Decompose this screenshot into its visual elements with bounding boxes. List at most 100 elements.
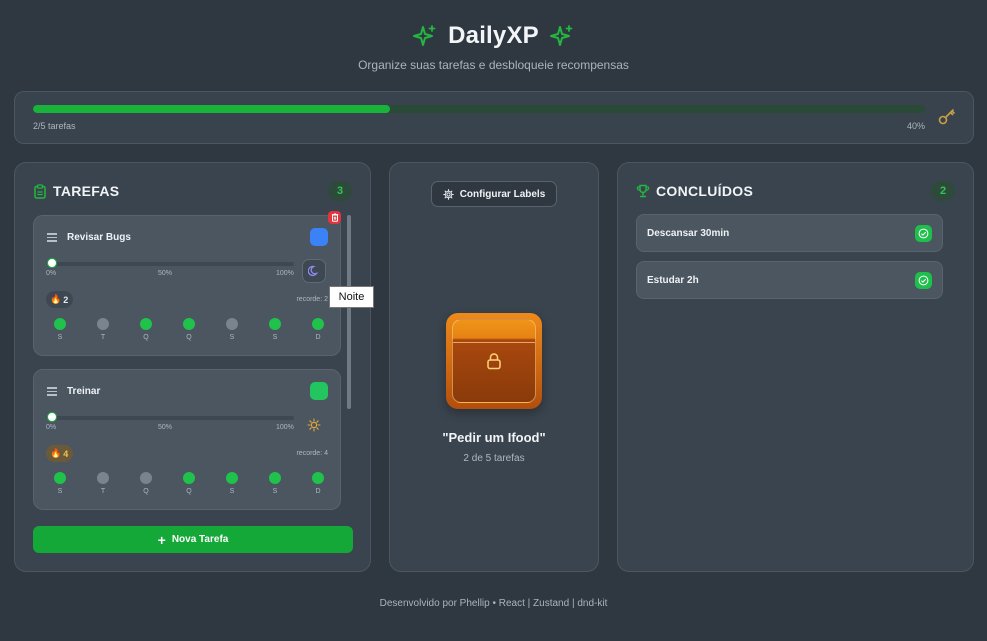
slider-tick: 100%	[276, 270, 294, 277]
reward-chest[interactable]	[446, 313, 542, 409]
day-dot[interactable]	[269, 472, 281, 484]
delete-task-button[interactable]	[328, 211, 341, 224]
slider-tick: 0%	[46, 270, 57, 277]
configure-labels-button[interactable]: Configurar Labels	[431, 181, 557, 207]
completed-count-badge: 2	[931, 181, 955, 201]
tasks-count-badge: 3	[328, 181, 352, 201]
tooltip: Noite	[329, 286, 374, 308]
streak-badge: 🔥 2	[46, 291, 74, 308]
overall-progress-bar	[33, 105, 925, 113]
trash-icon	[331, 213, 338, 222]
reward-column: Configurar Labels "Pedir um Ifood" 2 de …	[389, 162, 599, 572]
time-of-day-toggle[interactable]	[306, 417, 322, 433]
day-label: Q	[186, 334, 192, 341]
day-label: S	[57, 334, 63, 341]
record-label: recorde: 2	[296, 296, 328, 303]
completed-column: CONCLUÍDOS 2 Descansar 30min Estudar 2h	[617, 162, 974, 572]
day-dot[interactable]	[183, 472, 195, 484]
app-header: DailyXP Organize suas tarefas e desbloqu…	[0, 18, 987, 72]
day-dot[interactable]	[140, 472, 152, 484]
fire-icon: 🔥	[50, 448, 62, 458]
configure-labels-label: Configurar Labels	[459, 188, 546, 200]
lock-icon	[487, 353, 501, 370]
completed-item[interactable]: Estudar 2h	[636, 261, 943, 299]
streak-badge: 🔥 4	[46, 445, 74, 462]
day-label: S	[272, 334, 278, 341]
task-card[interactable]: Treinar 0% 50% 100% 🔥 4 recorde: 4 S T Q…	[33, 369, 341, 510]
completed-title: CONCLUÍDOS	[656, 183, 754, 199]
day-label: S	[229, 488, 235, 495]
task-progress-slider[interactable]	[52, 262, 294, 266]
check-icon[interactable]	[915, 272, 932, 289]
overall-progress-fill	[33, 105, 390, 113]
tasks-column: TAREFAS 3 Revisar Bugs 0% 50% 100% 🔥 2 r…	[14, 162, 371, 572]
moon-icon	[308, 265, 319, 277]
day-dot[interactable]	[312, 318, 324, 330]
slider-tick: 0%	[46, 424, 57, 431]
day-label: S	[272, 488, 278, 495]
drag-handle-icon[interactable]	[47, 233, 57, 242]
day-dot[interactable]	[97, 318, 109, 330]
day-label: Q	[143, 334, 149, 341]
task-color-swatch[interactable]	[310, 382, 328, 400]
overall-progress-card: 2/5 tarefas 40%	[14, 91, 974, 144]
slider-tick: 100%	[276, 424, 294, 431]
key-icon	[938, 109, 955, 125]
sun-icon	[307, 418, 321, 432]
day-label: T	[100, 334, 106, 341]
completed-item[interactable]: Descansar 30min	[636, 214, 943, 252]
chest-lid-line	[453, 342, 535, 343]
task-color-swatch[interactable]	[310, 228, 328, 246]
slider-tick: 50%	[158, 270, 173, 277]
task-name: Treinar	[67, 386, 101, 397]
day-dot[interactable]	[226, 318, 238, 330]
title-row: DailyXP	[0, 18, 987, 54]
weekday-tracker: S T Q Q S S D	[44, 318, 334, 341]
drag-handle-icon[interactable]	[47, 387, 57, 396]
day-label: Q	[143, 488, 149, 495]
task-card[interactable]: Revisar Bugs 0% 50% 100% 🔥 2 recorde: 2 …	[33, 215, 341, 356]
day-dot[interactable]	[97, 472, 109, 484]
slider-handle[interactable]	[47, 258, 57, 268]
day-dot[interactable]	[269, 318, 281, 330]
day-label: Q	[186, 488, 192, 495]
check-icon[interactable]	[915, 225, 932, 242]
day-dot[interactable]	[226, 472, 238, 484]
day-label: D	[315, 334, 321, 341]
day-dot[interactable]	[54, 318, 66, 330]
task-name: Revisar Bugs	[67, 232, 131, 243]
reward-title: "Pedir um Ifood"	[442, 430, 546, 445]
day-dot[interactable]	[183, 318, 195, 330]
progress-count-label: 2/5 tarefas	[33, 121, 76, 131]
trophy-icon	[636, 184, 650, 198]
time-of-day-toggle[interactable]	[302, 259, 326, 283]
new-task-button[interactable]: + Nova Tarefa	[33, 526, 353, 553]
day-label: S	[229, 334, 235, 341]
chest-body	[452, 319, 536, 403]
streak-count: 4	[63, 448, 69, 459]
task-progress-slider[interactable]	[52, 416, 294, 420]
clipboard-icon	[34, 183, 46, 199]
tasks-title: TAREFAS	[53, 183, 120, 199]
day-dot[interactable]	[312, 472, 324, 484]
day-label: S	[57, 488, 63, 495]
streak-count: 2	[63, 294, 69, 305]
fire-icon: 🔥	[50, 294, 62, 304]
day-label: T	[100, 488, 106, 495]
record-label: recorde: 4	[296, 450, 328, 457]
day-dot[interactable]	[54, 472, 66, 484]
plus-icon: +	[157, 531, 166, 548]
tasks-header: TAREFAS	[33, 183, 119, 199]
new-task-label: Nova Tarefa	[171, 534, 229, 545]
app-title: DailyXP	[448, 22, 539, 49]
slider-tick: 50%	[158, 424, 173, 431]
day-dot[interactable]	[140, 318, 152, 330]
sparkles-icon	[413, 25, 436, 46]
app-subtitle: Organize suas tarefas e desbloqueie reco…	[358, 58, 629, 72]
tasks-scrollbar[interactable]	[347, 215, 351, 409]
completed-header: CONCLUÍDOS	[636, 183, 753, 199]
gear-icon	[442, 188, 454, 200]
slider-handle[interactable]	[47, 412, 57, 422]
progress-percent-label: 40%	[906, 121, 925, 131]
weekday-tracker: S T Q Q S S D	[44, 472, 334, 495]
